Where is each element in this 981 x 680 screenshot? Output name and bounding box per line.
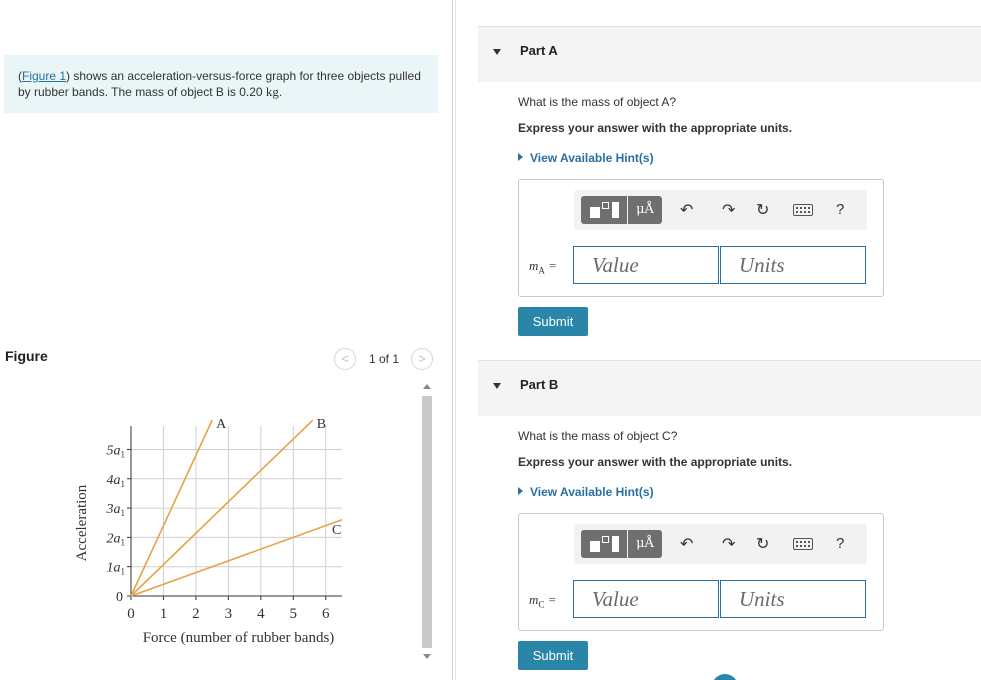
column-divider	[452, 0, 453, 680]
next-figure-button[interactable]: >	[411, 348, 433, 370]
x-axis-label: Force (number of rubber bands)	[143, 630, 335, 646]
template-icon-box	[602, 536, 609, 543]
series-label-c: C	[332, 523, 341, 538]
part-b-value-input[interactable]: Value	[573, 580, 719, 618]
units-button[interactable]: μÅ	[628, 196, 662, 224]
x-tick-label: 5	[290, 606, 298, 622]
problem-intro: (Figure 1) shows an acceleration-versus-…	[4, 55, 438, 113]
collapse-triangle-icon[interactable]	[493, 49, 501, 55]
var-sub: C	[538, 599, 545, 610]
caret-right-icon	[518, 153, 523, 161]
var-m: m	[529, 592, 539, 607]
reset-icon[interactable]: ↻	[756, 200, 769, 220]
part-b-variable-label: mC =	[529, 592, 556, 610]
y-tick-label: 2a1	[107, 531, 126, 547]
part-a-units-input[interactable]: Units	[720, 246, 866, 284]
caret-right-icon	[518, 487, 523, 495]
part-a-header[interactable]: Part A	[478, 26, 981, 82]
chart-svg: 0 1 2 3 4 5 6 0 1a1 2a1 3a1 4a1 5a1 Force (number of …	[74, 417, 343, 646]
part-b-title: Part B	[520, 377, 559, 392]
redo-icon[interactable]: ↷	[722, 200, 735, 220]
y-tick-label: 3a1	[106, 502, 126, 518]
part-a-hint-label: View Available Hint(s)	[530, 151, 654, 165]
undo-icon[interactable]: ↶	[680, 200, 693, 220]
help-icon[interactable]: ?	[836, 201, 844, 218]
template-icon	[590, 207, 600, 218]
series-label-a: A	[216, 417, 227, 432]
part-b-hint-link[interactable]: View Available Hint(s)	[518, 485, 654, 499]
part-b-submit-button[interactable]: Submit	[518, 641, 588, 670]
intro-text: ) shows an acceleration-versus-force gra…	[18, 69, 421, 99]
equals-sign: =	[547, 592, 557, 607]
reset-icon[interactable]: ↻	[756, 534, 769, 554]
y-tick-label: 1a1	[107, 561, 126, 577]
template-icon-box	[602, 202, 609, 209]
part-b-header[interactable]: Part B	[478, 360, 981, 416]
part-a-toolbar: μÅ ↶ ↷ ↻ ?	[574, 190, 867, 230]
var-sub: A	[538, 265, 545, 276]
x-tick-label: 6	[322, 606, 330, 622]
templates-button[interactable]	[581, 530, 627, 558]
scroll-down-icon[interactable]	[423, 654, 431, 659]
units-button[interactable]: μÅ	[628, 530, 662, 558]
x-tick-label: 3	[225, 606, 233, 622]
part-b-answer-box: μÅ ↶ ↷ ↻ ? mC = Value Units	[518, 513, 884, 631]
intro-unit: kg	[265, 84, 279, 99]
part-b-question: What is the mass of object C?	[518, 429, 678, 443]
part-a-instruction: Express your answer with the appropriate…	[518, 121, 793, 135]
part-a-question: What is the mass of object A?	[518, 95, 677, 109]
var-m: m	[529, 258, 539, 273]
y-tick-label: 0	[116, 590, 123, 605]
part-a-submit-button[interactable]: Submit	[518, 307, 588, 336]
template-icon	[590, 541, 600, 552]
equals-sign: =	[548, 258, 557, 273]
part-b-toolbar: μÅ ↶ ↷ ↻ ?	[574, 524, 867, 564]
templates-button[interactable]	[581, 196, 627, 224]
series-line-c	[130, 519, 343, 597]
column-divider-inner	[455, 0, 456, 680]
figure-scrollbar[interactable]	[419, 382, 434, 665]
part-a-answer-box: μÅ ↶ ↷ ↻ ? mA = Value Units	[518, 179, 884, 297]
x-tick-label: 4	[257, 606, 265, 622]
figure-pager: < 1 of 1 >	[334, 348, 438, 370]
part-b-instruction: Express your answer with the appropriate…	[518, 455, 793, 469]
x-tick-label: 2	[192, 606, 200, 622]
figure-title: Figure	[5, 348, 48, 364]
keyboard-icon[interactable]	[793, 538, 813, 550]
part-a-variable-label: mA =	[529, 258, 557, 276]
part-a-hint-link[interactable]: View Available Hint(s)	[518, 151, 654, 165]
help-icon[interactable]: ?	[836, 535, 844, 552]
x-tick-label: 0	[127, 606, 135, 622]
figure-count: 1 of 1	[369, 352, 400, 366]
keyboard-icon[interactable]	[793, 204, 813, 216]
undo-icon[interactable]: ↶	[680, 534, 693, 554]
redo-icon[interactable]: ↷	[722, 534, 735, 554]
y-axis-label: Acceleration	[74, 484, 90, 561]
template-icon-bar	[612, 536, 619, 552]
part-b-units-input[interactable]: Units	[720, 580, 866, 618]
prev-figure-button[interactable]: <	[334, 348, 356, 370]
left-column: (Figure 1) shows an acceleration-versus-…	[0, 0, 452, 680]
figure-link[interactable]: Figure 1	[22, 69, 66, 83]
intro-end: .	[278, 85, 283, 99]
x-tick-label: 1	[160, 606, 168, 622]
y-tick-label: 4a1	[107, 473, 126, 489]
y-tick-label: 5a1	[107, 443, 126, 459]
part-b-hint-label: View Available Hint(s)	[530, 485, 654, 499]
part-a-title: Part A	[520, 43, 558, 58]
scroll-indicator[interactable]	[712, 674, 738, 680]
template-icon-bar	[612, 202, 619, 218]
series-label-b: B	[317, 417, 326, 432]
acceleration-force-chart: 0 1 2 3 4 5 6 0 1a1 2a1 3a1 4a1 5a1 Force (number of …	[60, 396, 360, 656]
scrollbar-thumb[interactable]	[422, 396, 432, 648]
collapse-triangle-icon[interactable]	[493, 383, 501, 389]
part-a-value-input[interactable]: Value	[573, 246, 719, 284]
scroll-up-icon[interactable]	[423, 384, 431, 389]
